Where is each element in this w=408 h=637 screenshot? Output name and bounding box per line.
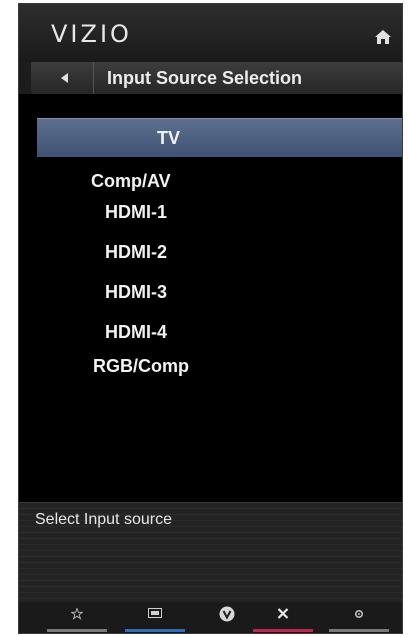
input-list: TV Comp/AV HDMI-1 HDMI-2 HDMI-3 HDMI-4 R… xyxy=(19,94,402,502)
favorites-underline xyxy=(47,629,107,632)
menu-item-hdmi-2[interactable]: HDMI-2 xyxy=(105,242,167,263)
title-separator xyxy=(93,62,94,94)
input-button[interactable] xyxy=(125,608,185,632)
input-underline xyxy=(125,629,185,632)
vizio-menu-button[interactable] xyxy=(197,606,257,632)
help-area: Select Input source xyxy=(19,502,402,603)
selected-row-highlight xyxy=(37,118,402,157)
exit-underline xyxy=(253,629,313,632)
page-title: Input Source Selection xyxy=(107,68,303,88)
close-icon xyxy=(277,608,289,619)
star-icon xyxy=(71,608,83,620)
back-arrow-icon[interactable] xyxy=(61,73,68,83)
menu-item-hdmi-4[interactable]: HDMI-4 xyxy=(105,322,167,343)
help-text: Select Input source xyxy=(35,511,172,528)
title-bar: Input Source Selection xyxy=(31,62,402,94)
bottom-button-bar xyxy=(19,602,402,633)
settings-button[interactable] xyxy=(329,608,389,632)
gear-icon xyxy=(354,609,364,619)
tv-screen: VIZIO Input Source Selection TV Comp/AV … xyxy=(18,3,403,634)
menu-item-hdmi-3[interactable]: HDMI-3 xyxy=(105,282,167,303)
vizio-logo: VIZIO xyxy=(51,20,132,48)
menu-item-tv[interactable]: TV xyxy=(157,128,180,149)
input-icon xyxy=(148,608,162,618)
favorites-button[interactable] xyxy=(47,608,107,632)
exit-button[interactable] xyxy=(253,608,313,632)
menu-item-comp-av[interactable]: Comp/AV xyxy=(91,171,171,192)
menu-item-hdmi-1[interactable]: HDMI-1 xyxy=(105,202,167,223)
home-icon[interactable] xyxy=(374,29,392,45)
menu-item-rgb-comp[interactable]: RGB/Comp xyxy=(93,356,189,377)
settings-underline xyxy=(329,629,389,632)
header: VIZIO xyxy=(19,4,402,62)
vizio-v-icon xyxy=(219,606,235,622)
